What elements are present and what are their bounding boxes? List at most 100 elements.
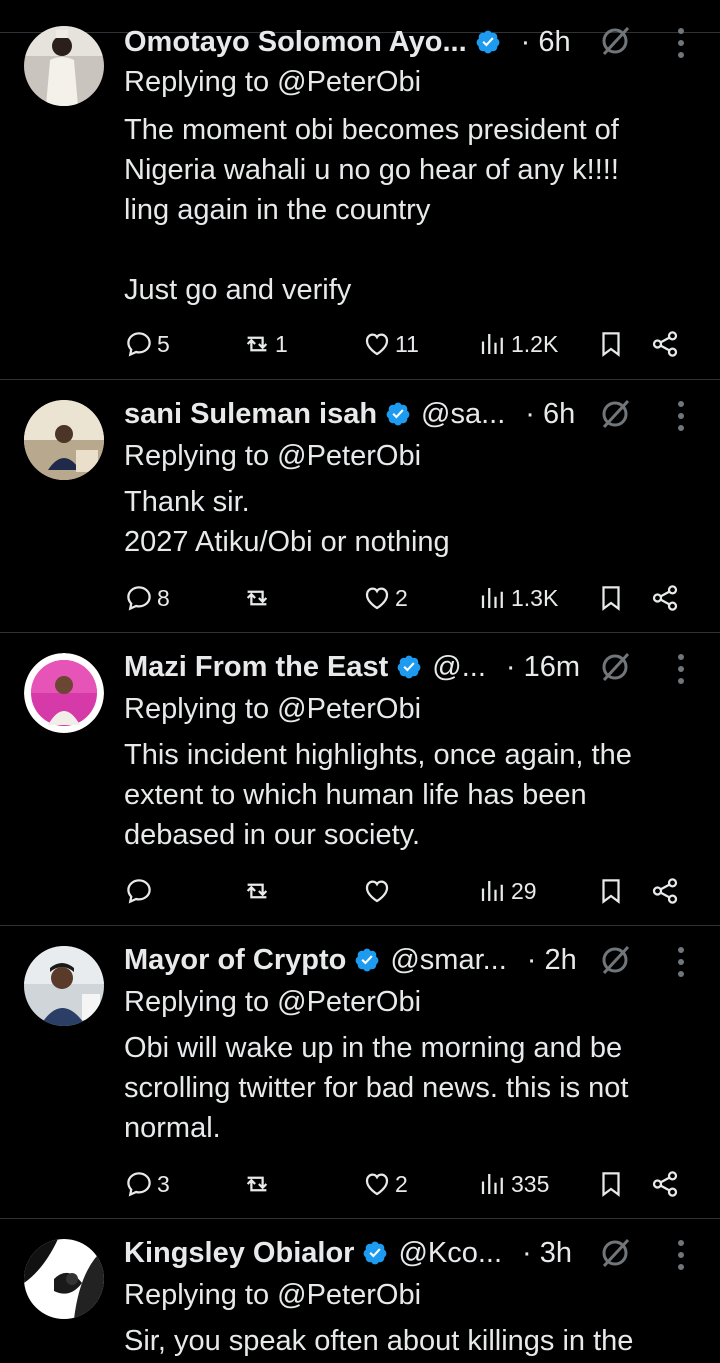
like-button[interactable]: 2 — [362, 580, 408, 616]
timestamp[interactable]: · 6h — [525, 398, 575, 431]
reply-tweet-1[interactable]: Omotayo Solomon Ayo... · 6h Replying to … — [0, 0, 720, 380]
tweet-text: Thank sir. 2027 Atiku/Obi or nothing — [124, 486, 450, 558]
bookmark-button[interactable] — [596, 326, 626, 362]
repost-button[interactable] — [242, 580, 275, 616]
verified-badge-icon — [355, 948, 379, 972]
replying-to[interactable]: Replying to @PeterObi — [124, 440, 421, 473]
avatar[interactable] — [24, 400, 104, 480]
handle[interactable]: @smar... — [390, 944, 506, 977]
handle[interactable]: @... — [432, 651, 486, 684]
timestamp[interactable]: · 6h — [521, 26, 571, 59]
repost-icon — [246, 1176, 268, 1192]
views-count: 1.3K — [511, 584, 559, 611]
grok-icon[interactable] — [598, 24, 632, 58]
reply-tweet-3[interactable]: Mazi From the East @... · 16m Replying t… — [0, 633, 720, 925]
replying-to[interactable]: Replying to @PeterObi — [124, 693, 421, 726]
avatar[interactable] — [24, 26, 104, 106]
views-count: 1.2K — [511, 330, 559, 357]
more-icon[interactable] — [676, 945, 686, 979]
like-button[interactable]: 11 — [362, 326, 419, 362]
reply-tweet-2[interactable]: sani Suleman isah @sa... · 6h Replying t… — [0, 380, 720, 632]
views-button[interactable]: 29 — [478, 873, 537, 909]
share-icon — [652, 331, 678, 357]
timestamp[interactable]: · 2h — [527, 944, 577, 977]
like-icon — [365, 1173, 389, 1196]
bookmark-icon — [602, 586, 620, 611]
display-name[interactable]: Mayor of Crypto — [124, 944, 346, 977]
more-icon[interactable] — [676, 26, 686, 60]
timestamp[interactable]: · 16m — [506, 651, 580, 684]
display-name[interactable]: Mazi From the East — [124, 651, 388, 684]
share-button[interactable] — [650, 873, 680, 909]
display-name[interactable]: Kingsley Obialor — [124, 1237, 354, 1270]
like-count: 11 — [395, 330, 419, 357]
action-bar: 8 2 1.3K — [124, 580, 684, 616]
like-button[interactable]: 2 — [362, 1166, 408, 1202]
grok-icon[interactable] — [598, 397, 632, 431]
reply-count: 5 — [157, 330, 170, 357]
share-button[interactable] — [650, 1166, 680, 1202]
grok-icon[interactable] — [598, 943, 632, 977]
action-bar: 5 1 11 1.2K — [124, 326, 684, 362]
views-count: 29 — [511, 877, 537, 904]
replying-to[interactable]: Replying to @PeterObi — [124, 66, 421, 99]
replying-to[interactable]: Replying to @PeterObi — [124, 1279, 421, 1312]
like-button[interactable] — [362, 873, 395, 909]
more-icon[interactable] — [676, 1238, 686, 1272]
bookmark-button[interactable] — [596, 580, 626, 616]
repost-count: 1 — [275, 330, 288, 357]
handle[interactable]: @Kco... — [398, 1237, 502, 1270]
avatar[interactable] — [24, 946, 104, 1026]
share-icon — [652, 878, 678, 904]
like-icon — [365, 880, 389, 903]
tweet-text: The moment obi becomes president of Nige… — [124, 114, 619, 306]
bookmark-button[interactable] — [596, 1166, 626, 1202]
repost-icon — [246, 590, 268, 606]
grok-icon[interactable] — [598, 650, 632, 684]
reply-icon — [127, 332, 151, 357]
views-button[interactable]: 335 — [478, 1166, 549, 1202]
views-icon — [481, 588, 503, 608]
reply-button[interactable] — [124, 873, 157, 909]
tweet-text: Sir, you speak often about killings in t… — [124, 1325, 634, 1357]
more-icon[interactable] — [676, 399, 686, 433]
repost-button[interactable] — [242, 873, 275, 909]
reply-icon — [127, 1172, 151, 1197]
timestamp[interactable]: · 3h — [522, 1237, 572, 1270]
share-button[interactable] — [650, 326, 680, 362]
bookmark-icon — [602, 1172, 620, 1197]
views-icon — [481, 881, 503, 901]
reply-icon — [127, 879, 151, 904]
display-name[interactable]: sani Suleman isah — [124, 398, 377, 431]
share-button[interactable] — [650, 580, 680, 616]
avatar[interactable] — [24, 653, 104, 733]
reply-button[interactable]: 8 — [124, 580, 170, 616]
repost-button[interactable] — [242, 1166, 275, 1202]
like-icon — [365, 333, 389, 356]
views-button[interactable]: 1.3K — [478, 580, 558, 616]
display-name[interactable]: Omotayo Solomon Ayo... — [124, 26, 467, 59]
like-count: 2 — [395, 1170, 408, 1197]
bookmark-button[interactable] — [596, 873, 626, 909]
repost-button[interactable]: 1 — [242, 326, 288, 362]
bookmark-icon — [602, 879, 620, 904]
verified-badge-icon — [476, 30, 500, 54]
grok-icon[interactable] — [598, 1236, 632, 1270]
reply-button[interactable]: 5 — [124, 326, 170, 362]
avatar[interactable] — [24, 1239, 104, 1319]
replying-to[interactable]: Replying to @PeterObi — [124, 986, 421, 1019]
more-icon[interactable] — [676, 652, 686, 686]
share-icon — [652, 585, 678, 611]
action-bar: 29 — [124, 873, 684, 909]
views-button[interactable]: 1.2K — [478, 326, 558, 362]
like-count: 2 — [395, 584, 408, 611]
tweet-text: Obi will wake up in the morning and be s… — [124, 1032, 629, 1144]
share-icon — [652, 1171, 678, 1197]
reply-tweet-4[interactable]: Mayor of Crypto @smar... · 2h Replying t… — [0, 926, 720, 1218]
reply-tweet-5[interactable]: Kingsley Obialor @Kco... · 3h Replying t… — [0, 1219, 720, 1363]
verified-badge-icon — [364, 1241, 387, 1265]
repost-icon — [246, 336, 268, 352]
tweet-text: This incident highlights, once again, th… — [124, 739, 632, 851]
handle[interactable]: @sa... — [421, 398, 505, 431]
reply-button[interactable]: 3 — [124, 1166, 170, 1202]
